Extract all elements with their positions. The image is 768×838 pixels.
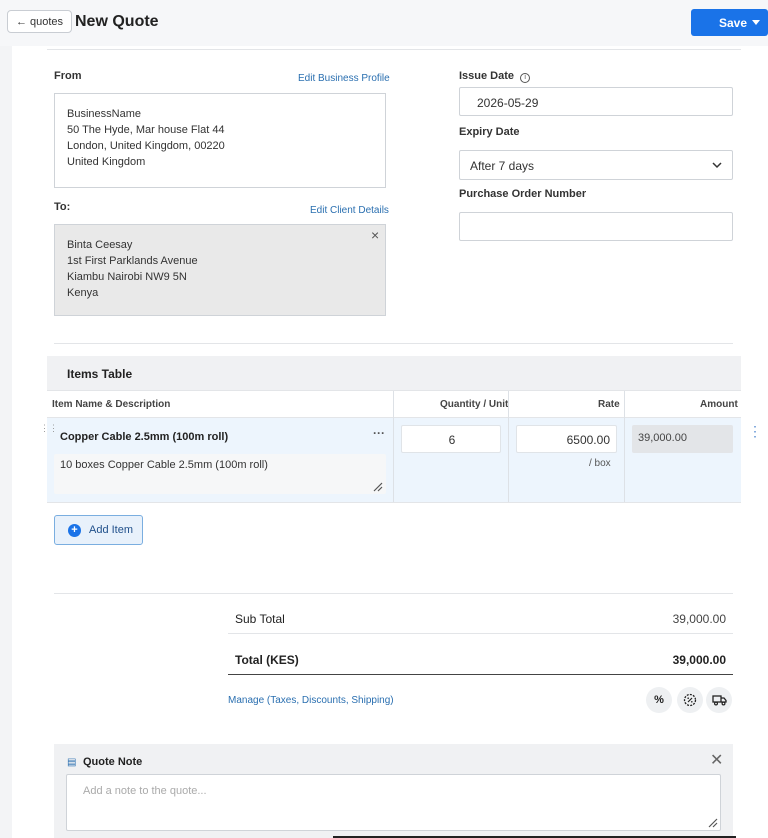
divider [54,343,733,344]
top-bar: ← quotes New Quote Save [0,0,768,46]
row-menu-icon[interactable]: ⋮ [748,424,762,438]
add-item-button[interactable]: + Add Item [54,515,143,545]
resize-handle-icon[interactable] [373,482,383,492]
resize-handle-icon[interactable] [708,818,718,828]
divider [228,633,733,634]
divider [228,674,733,675]
manage-taxes-link[interactable]: Manage (Taxes, Discounts, Shipping) [228,695,394,706]
divider [54,593,733,594]
to-address-box: Binta Ceesay 1st First Parklands Avenue … [54,224,386,316]
column-divider [624,391,625,502]
chevron-down-icon[interactable] [752,20,760,25]
quote-note-title: Quote Note [83,756,143,768]
item-description-textarea[interactable]: 10 boxes Copper Cable 2.5mm (100m roll) [54,454,386,494]
column-header-amount: Amount [700,399,738,410]
edit-client-details-link[interactable]: Edit Client Details [310,205,389,216]
issue-date-label: Issue Date i [459,70,531,83]
issue-date-value: 2026-05-29 [477,96,539,110]
back-to-quotes-button[interactable]: ← quotes [7,10,73,33]
discount-percent-icon[interactable]: % [646,687,672,713]
tax-badge-icon[interactable] [677,687,703,713]
close-icon[interactable]: × [371,227,379,243]
quote-note-textarea[interactable]: Add a note to the quote... [66,774,721,831]
issue-date-input[interactable]: 2026-05-29 [459,87,733,116]
settings-badge-icon [683,693,697,707]
truck-icon [711,695,727,706]
quantity-value: 6 [448,433,456,447]
column-header-name: Item Name & Description [52,399,171,410]
from-label: From [54,70,82,82]
column-header-rate: Rate [598,399,620,410]
divider [47,49,741,50]
po-number-label: Purchase Order Number [459,188,587,200]
save-button[interactable]: Save [691,9,768,36]
from-address-line: BusinessName [67,108,141,120]
po-number-input[interactable] [459,212,733,241]
total-value: 39,000.00 [672,653,726,667]
amount-value: 39,000.00 [638,432,687,444]
column-header-quantity: Quantity / Unit [440,399,509,410]
to-label: To: [54,201,71,213]
subtotal-label: Sub Total [235,612,285,626]
more-options-icon[interactable]: ··· [373,426,385,440]
to-address-line: 1st First Parklands Avenue [67,255,198,267]
info-icon[interactable]: i [520,73,531,83]
shipping-truck-icon[interactable] [706,687,732,713]
column-divider [508,391,509,502]
arrow-left-icon: ← [16,15,27,28]
edit-business-profile-link[interactable]: Edit Business Profile [298,73,390,84]
expiry-date-label: Expiry Date [459,126,520,138]
chevron-down-icon [712,162,722,169]
expiry-date-select[interactable]: After 7 days [459,150,733,180]
plus-circle-icon: + [68,524,81,537]
column-divider [393,391,394,502]
divider [47,390,741,391]
quantity-input[interactable]: 6 [401,425,501,453]
from-address-line: United Kingdom [67,156,146,168]
subtotal-value: 39,000.00 [672,612,726,626]
save-label: Save [719,16,748,30]
to-address-line: Binta Ceesay [67,239,133,251]
from-address-box: BusinessName 50 The Hyde, Mar house Flat… [54,93,386,188]
issue-date-label-text: Issue Date [459,70,515,82]
to-address-line: Kiambu Nairobi NW9 5N [67,271,187,283]
divider [47,502,741,503]
back-label: quotes [30,15,64,28]
expiry-date-value: After 7 days [470,159,535,173]
quote-note-placeholder: Add a note to the quote... [83,785,207,797]
drag-handle-icon[interactable]: ⋮⋮ [40,424,58,433]
item-description: 10 boxes Copper Cable 2.5mm (100m roll) [60,459,268,471]
from-address-line: London, United Kingdom, 00220 [67,140,225,152]
items-table-header: Items Table [47,356,741,390]
close-icon[interactable]: ✕ [710,750,723,770]
rate-value: 6500.00 [566,433,610,447]
to-address-line: Kenya [67,287,99,299]
amount-field: 39,000.00 [632,425,733,453]
total-label: Total (KES) [235,653,299,667]
item-name[interactable]: Copper Cable 2.5mm (100m roll) [60,431,228,443]
quote-note-section: ▤ Quote Note ✕ Add a note to the quote..… [54,744,733,838]
add-item-label: Add Item [89,524,134,536]
from-address-line: 50 The Hyde, Mar house Flat 44 [67,124,225,136]
rate-input[interactable]: 6500.00 [516,425,617,453]
page-title: New Quote [75,13,159,30]
rate-unit[interactable]: / box [589,458,611,469]
items-table-title: Items Table [67,367,133,381]
note-icon: ▤ [67,757,77,768]
